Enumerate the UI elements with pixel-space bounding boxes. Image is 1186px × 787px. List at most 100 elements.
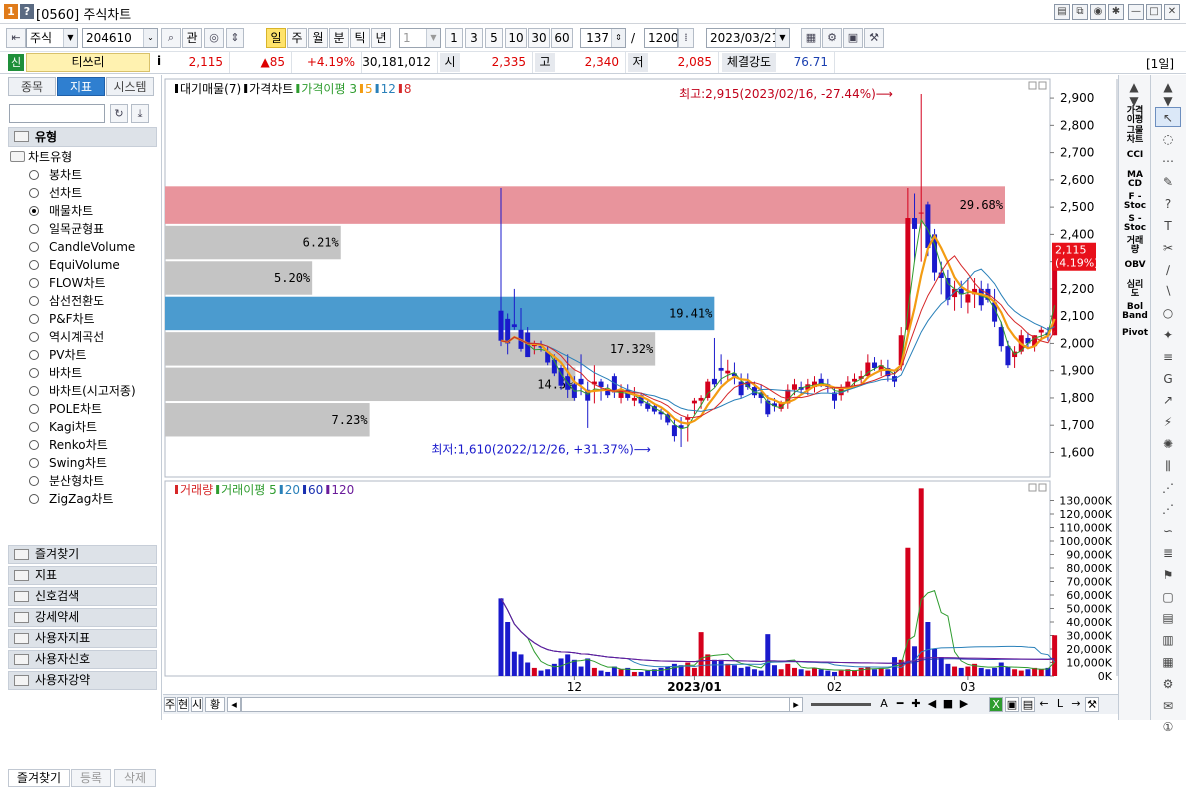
text-icon[interactable]: T bbox=[1155, 216, 1181, 236]
sidebar-search-input[interactable] bbox=[9, 104, 105, 123]
sidebar-refresh-icon[interactable]: ↻ bbox=[110, 104, 128, 123]
chart-type-8[interactable]: P&F차트 bbox=[8, 310, 158, 328]
all-icon[interactable]: ⋯ bbox=[1155, 151, 1181, 171]
radio-icon[interactable] bbox=[29, 404, 39, 414]
line-down-icon[interactable]: ∖ bbox=[1155, 281, 1181, 301]
interval-select[interactable]: 1 ▼ bbox=[399, 28, 441, 48]
help-icon[interactable]: ? bbox=[1155, 194, 1181, 214]
indicator-button-6[interactable]: 거래 량 bbox=[1121, 237, 1149, 255]
indicator-button-5[interactable]: S - Stoc bbox=[1121, 215, 1149, 233]
auto-icon[interactable]: ⚑ bbox=[1155, 565, 1181, 585]
level-icon[interactable]: ≣ bbox=[1155, 543, 1181, 563]
tab-hwang[interactable]: 황 bbox=[205, 697, 225, 712]
scissors-icon[interactable]: ✂ bbox=[1155, 238, 1181, 258]
accordion-3[interactable]: 강세약세 bbox=[8, 608, 157, 627]
close-button[interactable]: ✕ bbox=[1164, 4, 1180, 20]
arrow-left-icon[interactable]: ← bbox=[1037, 697, 1051, 712]
accordion-0[interactable]: 즐겨찾기 bbox=[8, 545, 157, 564]
radio-icon[interactable] bbox=[29, 476, 39, 486]
channel-icon[interactable]: ⋰ bbox=[1155, 499, 1181, 519]
chart-type-2[interactable]: 매물차트 bbox=[8, 202, 158, 220]
period-year[interactable]: 년 bbox=[371, 28, 391, 48]
chart-svg[interactable]: 29.68%6.21%5.20%19.41%17.32%14.5%7.23%2,… bbox=[163, 75, 1118, 694]
chart-type-5[interactable]: EquiVolume bbox=[8, 256, 158, 274]
wrench-icon[interactable]: ⚙ bbox=[1155, 674, 1181, 694]
play-icon[interactable]: ▶ bbox=[957, 697, 971, 712]
chart-settings-icon[interactable]: ▦ bbox=[801, 28, 821, 48]
interval-30[interactable]: 30 bbox=[528, 28, 550, 48]
radio-icon[interactable] bbox=[29, 368, 39, 378]
indicator-button-8[interactable]: 심리 도 bbox=[1121, 281, 1149, 299]
radio-icon[interactable] bbox=[29, 188, 39, 198]
interval-10[interactable]: 10 bbox=[505, 28, 527, 48]
zoom-slider[interactable] bbox=[811, 703, 871, 706]
horizontal-scrollbar[interactable] bbox=[241, 697, 801, 712]
period-tick[interactable]: 틱 bbox=[350, 28, 370, 48]
tab-si[interactable]: 시 bbox=[191, 697, 203, 712]
register-button[interactable]: 등록 bbox=[71, 769, 111, 787]
chart-type-15[interactable]: Renko차트 bbox=[8, 436, 158, 454]
chart-type-3[interactable]: 일목균형표 bbox=[8, 220, 158, 238]
disk-icon[interactable]: ▣ bbox=[1005, 697, 1019, 712]
gear-icon[interactable]: ✱ bbox=[1108, 4, 1124, 20]
font-icon[interactable]: A bbox=[877, 697, 891, 712]
display-count-input[interactable]: 137 ⇕ bbox=[580, 28, 626, 48]
minimize-button[interactable]: — bbox=[1128, 4, 1144, 20]
gwan-button[interactable]: 관 bbox=[182, 28, 202, 48]
radio-icon[interactable] bbox=[29, 206, 39, 216]
chart-type-10[interactable]: PV차트 bbox=[8, 346, 158, 364]
tab-ju[interactable]: 주 bbox=[164, 697, 176, 712]
period-day[interactable]: 일 bbox=[266, 28, 286, 48]
maximize-button[interactable]: □ bbox=[1146, 4, 1162, 20]
l-icon[interactable]: L bbox=[1053, 697, 1067, 712]
indicator-button-2[interactable]: CCI bbox=[1121, 151, 1149, 160]
delete-button[interactable]: 삭제 bbox=[114, 769, 156, 787]
zoom-icon[interactable]: ⁞ bbox=[678, 28, 694, 48]
config-icon[interactable]: ⚙ bbox=[822, 28, 842, 48]
indicator-button-10[interactable]: Pivot bbox=[1121, 329, 1149, 338]
radio-icon[interactable] bbox=[29, 260, 39, 270]
period-week[interactable]: 주 bbox=[287, 28, 307, 48]
radio-icon[interactable] bbox=[29, 350, 39, 360]
stock-name[interactable]: 티쓰리 bbox=[26, 53, 150, 72]
chart-type-1[interactable]: 선차트 bbox=[8, 184, 158, 202]
refresh-icon[interactable]: ◎ bbox=[204, 28, 224, 48]
radio-icon[interactable] bbox=[29, 332, 39, 342]
accordion-1[interactable]: 지표 bbox=[8, 566, 157, 585]
interval-5[interactable]: 5 bbox=[485, 28, 503, 48]
mail-icon[interactable]: ✉ bbox=[1155, 696, 1181, 716]
radio-icon[interactable] bbox=[29, 458, 39, 468]
print-icon[interactable]: ▤ bbox=[1021, 697, 1035, 712]
speed-icon[interactable]: ⚡ bbox=[1155, 412, 1181, 432]
interval-1[interactable]: 1 bbox=[445, 28, 463, 48]
stop-icon[interactable]: ■ bbox=[941, 697, 955, 712]
number-icon[interactable]: ① bbox=[1155, 717, 1181, 737]
tool-icon[interactable]: ⚒ bbox=[1085, 697, 1099, 712]
radio-icon[interactable] bbox=[29, 278, 39, 288]
save-icon[interactable]: ▣ bbox=[843, 28, 863, 48]
chart-type-18[interactable]: ZigZag차트 bbox=[8, 490, 158, 508]
spin-icon[interactable]: ⇕ bbox=[226, 28, 244, 48]
tab-hyeon[interactable]: 현 bbox=[177, 697, 189, 712]
arrow-right-icon[interactable]: → bbox=[1069, 697, 1083, 712]
chart-type-7[interactable]: 삼선전환도 bbox=[8, 292, 158, 310]
market-select[interactable]: 주식 ▼ bbox=[26, 28, 78, 48]
fibo-icon[interactable]: ≡ bbox=[1155, 347, 1181, 367]
chart-type-17[interactable]: 분산형차트 bbox=[8, 472, 158, 490]
drag-icon[interactable]: ◌ bbox=[1155, 129, 1181, 149]
scroll-right-icon[interactable]: ▸ bbox=[789, 697, 803, 712]
radio-icon[interactable] bbox=[29, 296, 39, 306]
cycle-icon[interactable]: ✺ bbox=[1155, 434, 1181, 454]
camera-icon[interactable]: ◉ bbox=[1090, 4, 1106, 20]
radio-icon[interactable] bbox=[29, 494, 39, 504]
indicator-button-3[interactable]: MA CD bbox=[1121, 171, 1149, 189]
accordion-5[interactable]: 사용자신호 bbox=[8, 650, 157, 669]
minus-icon[interactable]: ━ bbox=[893, 697, 907, 712]
chart-type-13[interactable]: POLE차트 bbox=[8, 400, 158, 418]
interval-60[interactable]: 60 bbox=[551, 28, 573, 48]
circle-icon[interactable]: ○ bbox=[1155, 303, 1181, 323]
radio-icon[interactable] bbox=[29, 440, 39, 450]
chart-type-4[interactable]: CandleVolume bbox=[8, 238, 158, 256]
indicator-button-7[interactable]: OBV bbox=[1121, 261, 1149, 270]
indicator-button-0[interactable]: 가격 이평 bbox=[1121, 107, 1149, 125]
